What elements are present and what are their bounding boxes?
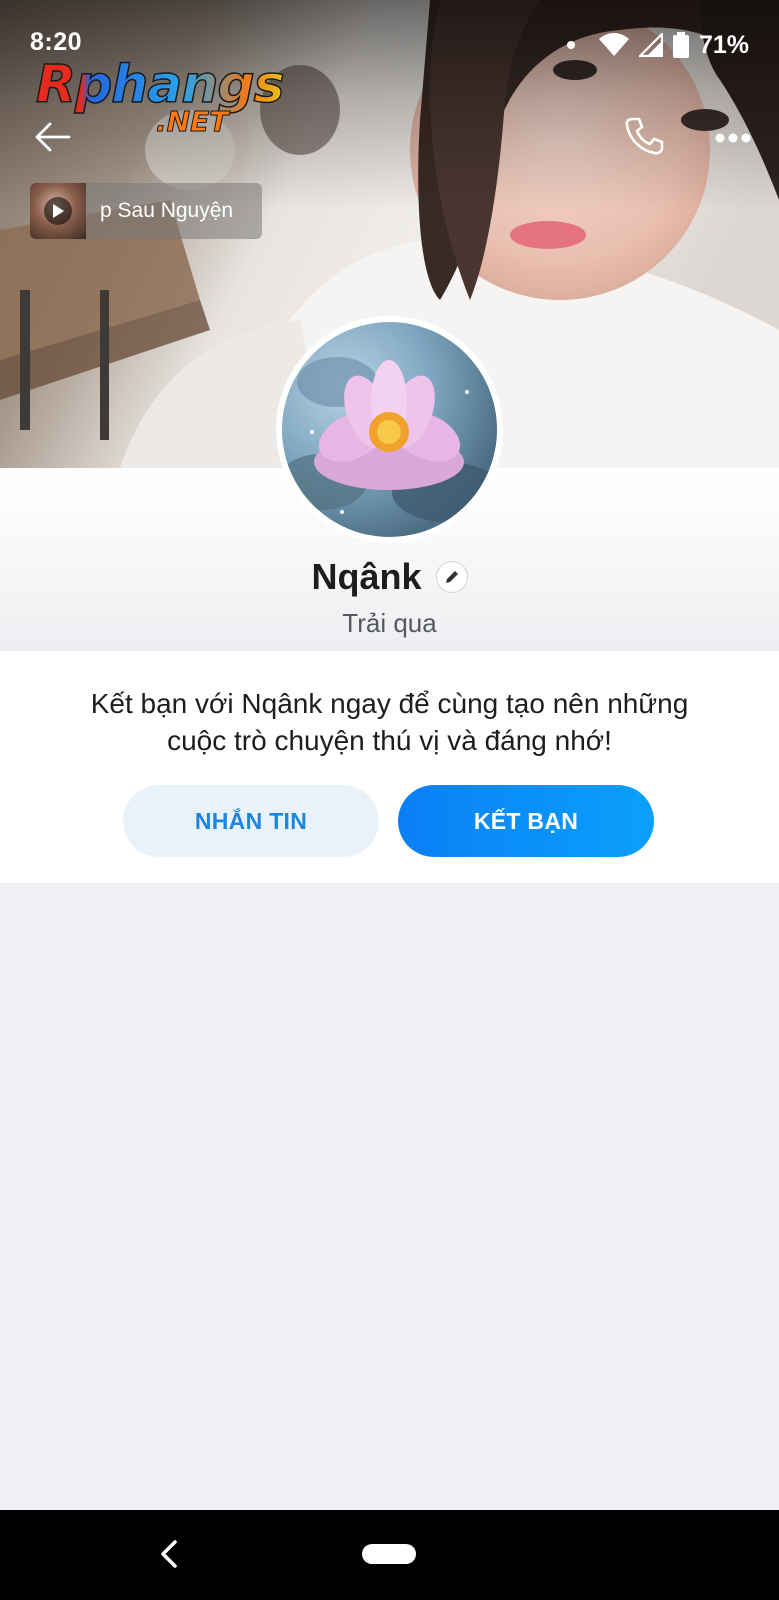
avatar[interactable] xyxy=(276,316,503,543)
profile-name-row: Nqânk xyxy=(0,556,779,598)
watermark-logo-sub: .NET xyxy=(155,105,229,139)
play-icon[interactable] xyxy=(44,197,72,225)
cellular-signal-icon xyxy=(638,33,663,57)
status-icons: 71% xyxy=(566,28,749,62)
status-time: 8:20 xyxy=(30,28,83,56)
notification-dot-icon xyxy=(566,41,575,49)
avatar-image xyxy=(282,322,497,537)
system-navigation-bar xyxy=(0,1510,779,1600)
back-button[interactable] xyxy=(28,112,78,162)
nav-back-icon[interactable] xyxy=(155,1536,183,1572)
profile-subtitle: Trải qua xyxy=(342,608,437,638)
more-horizontal-icon xyxy=(715,133,751,143)
battery-icon xyxy=(672,32,689,58)
friend-invite-card: Kết bạn với Nqânk ngay để cùng tạo nên n… xyxy=(0,651,779,883)
call-button[interactable] xyxy=(618,110,670,162)
edit-nickname-button[interactable] xyxy=(435,561,468,593)
send-message-button[interactable]: NHẮN TIN xyxy=(123,785,379,857)
battery-percentage: 71% xyxy=(698,30,749,59)
more-options-button[interactable] xyxy=(705,118,761,158)
phone-icon xyxy=(625,117,664,155)
pencil-icon xyxy=(445,571,458,583)
profile-name: Nqânk xyxy=(311,556,422,597)
add-friend-button[interactable]: KẾT BẠN xyxy=(398,785,654,857)
invite-message: Kết bạn với Nqânk ngay để cùng tạo nên n… xyxy=(90,688,689,756)
arrow-left-icon xyxy=(35,122,71,152)
nav-home-pill[interactable] xyxy=(362,1544,416,1564)
profile-music-player[interactable]: p Sau Nguyện xyxy=(30,183,262,239)
wifi-icon xyxy=(598,33,629,56)
music-title: p Sau Nguyện xyxy=(100,199,234,222)
music-thumbnail xyxy=(30,183,86,239)
